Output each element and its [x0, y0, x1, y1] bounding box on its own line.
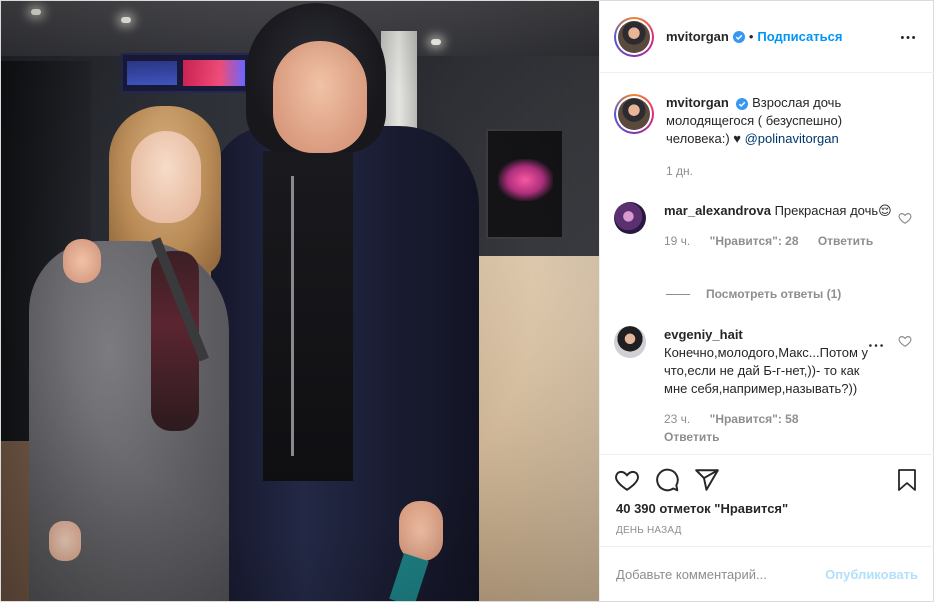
verified-badge-icon: [732, 30, 745, 43]
caption-mention[interactable]: @polinavitorgan: [745, 131, 839, 146]
post-time[interactable]: ДЕНЬ НАЗАД: [616, 525, 682, 536]
photo-man-hoodie: [263, 151, 353, 481]
heart-icon[interactable]: [612, 465, 642, 495]
comment-username[interactable]: evgeniy_hait: [664, 326, 874, 344]
author-username[interactable]: mvitorgan: [666, 29, 729, 44]
caption-time: 1 дн.: [666, 164, 693, 178]
caption-body: mvitorgan Взрослая дочь молодящегося ( б…: [666, 94, 906, 180]
post-header: mvitorgan • Подписаться: [600, 1, 934, 73]
comment-meta: 23 ч. "Нравится": 58 Ответить: [664, 410, 874, 446]
comment-text: Прекрасная дочь😌: [770, 203, 892, 218]
comment-body: mar_alexandrova Прекрасная дочь😌 19 ч. "…: [664, 202, 894, 250]
caption-username[interactable]: mvitorgan: [666, 95, 729, 110]
share-icon[interactable]: [692, 465, 722, 495]
comment-likes[interactable]: "Нравится": 58: [710, 412, 799, 426]
comment-body: evgeniy_hait Конечно,молодого,Макс...Пот…: [664, 326, 874, 446]
view-replies-button[interactable]: Посмотреть ответы (1): [666, 287, 841, 301]
follow-button[interactable]: Подписаться: [757, 29, 842, 44]
photo-man-zipper: [291, 176, 294, 456]
comment-item: mar_alexandrova Прекрасная дочь😌 19 ч. "…: [614, 202, 894, 250]
caption-avatar[interactable]: [614, 94, 654, 134]
likes-count[interactable]: 40 390 отметок "Нравится": [616, 501, 788, 516]
reply-button[interactable]: Ответить: [818, 234, 873, 248]
photo-woman-face: [131, 131, 201, 223]
add-comment-bar: Опубликовать: [600, 546, 934, 601]
heart-icon[interactable]: [898, 334, 912, 348]
photo-led-sign: [121, 53, 253, 93]
photo-ceiling-light: [121, 17, 131, 23]
comment-username[interactable]: mar_alexandrova: [664, 203, 771, 218]
comment-input[interactable]: [616, 566, 816, 582]
header-separator: •: [748, 29, 754, 44]
caption: mvitorgan Взрослая дочь молодящегося ( б…: [614, 94, 906, 180]
photo-man-arm-hand: [63, 239, 101, 283]
instagram-post: mvitorgan • Подписаться mvitorgan Взросл…: [0, 0, 934, 602]
post-actions: 40 390 отметок "Нравится" ДЕНЬ НАЗАД: [600, 454, 934, 546]
comment-time[interactable]: 23 ч.: [664, 412, 690, 426]
action-icons: [612, 465, 722, 495]
photo-man-face: [273, 41, 367, 153]
comment-more-options-icon[interactable]: [868, 336, 886, 350]
photo-poster: [486, 129, 564, 239]
comment-item: evgeniy_hait Конечно,молодого,Макс...Пот…: [614, 326, 874, 446]
heart-icon[interactable]: [898, 211, 912, 225]
more-options-icon[interactable]: [898, 27, 918, 47]
photo-woman-hand: [49, 521, 81, 561]
comment-time[interactable]: 19 ч.: [664, 234, 690, 248]
author-avatar[interactable]: [614, 16, 654, 57]
photo-ceiling-light: [431, 39, 441, 45]
bookmark-icon[interactable]: [892, 465, 922, 495]
photo-man-hand: [399, 501, 443, 561]
comment-meta: 19 ч. "Нравится": 28 Ответить: [664, 232, 894, 250]
reply-button[interactable]: Ответить: [664, 430, 719, 444]
comment-likes[interactable]: "Нравится": 28: [710, 234, 799, 248]
photo-ceiling-light: [31, 9, 41, 15]
comment-avatar[interactable]: [614, 326, 646, 358]
comment-icon[interactable]: [652, 465, 682, 495]
verified-badge-icon: [736, 97, 749, 110]
publish-button[interactable]: Опубликовать: [825, 567, 918, 582]
post-photo[interactable]: [1, 1, 599, 601]
post-side-panel: mvitorgan • Подписаться mvitorgan Взросл…: [599, 1, 934, 601]
comment-avatar[interactable]: [614, 202, 646, 234]
comment-text: Конечно,молодого,Макс...Потом у что,если…: [664, 345, 868, 396]
comments-list[interactable]: mvitorgan Взрослая дочь молодящегося ( б…: [600, 74, 934, 454]
